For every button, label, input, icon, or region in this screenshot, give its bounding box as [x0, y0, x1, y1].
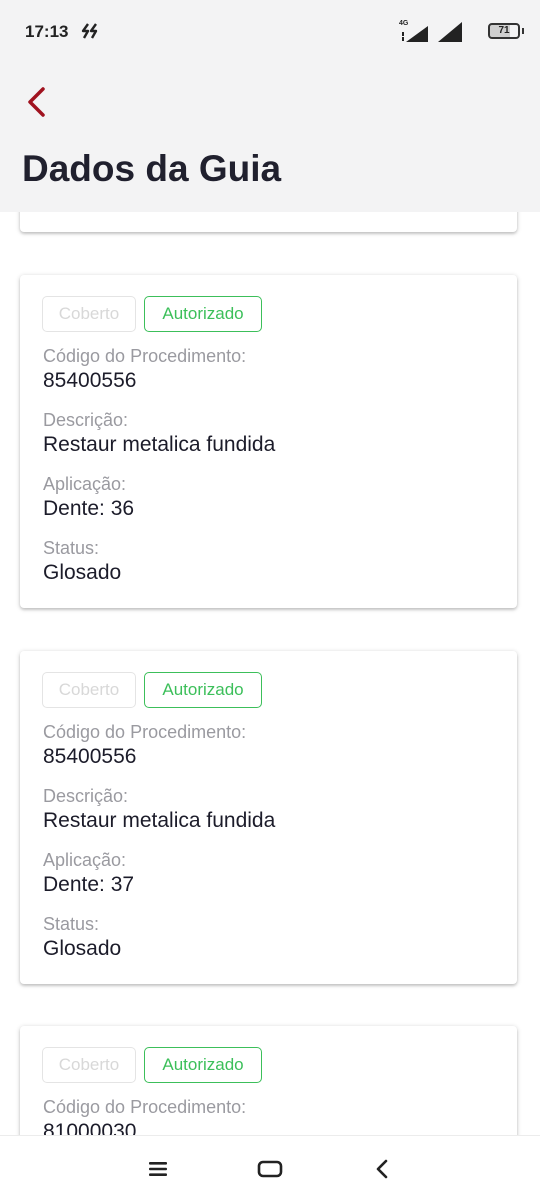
covered-badge: Coberto — [42, 1047, 136, 1083]
field-label: Status: — [43, 914, 100, 934]
field-value: Restaur metalica fundida — [43, 433, 276, 456]
field-label: Código do Procedimento: — [43, 1097, 247, 1117]
status-icons: 4G 71 — [399, 20, 524, 44]
menu-icon — [149, 1162, 167, 1176]
system-nav-bar — [0, 1135, 540, 1200]
field-label: Status: — [43, 538, 100, 558]
description-field: Descrição: Restaur metalica fundida — [43, 409, 275, 459]
covered-badge: Coberto — [42, 296, 136, 332]
battery-tip — [522, 28, 524, 34]
field-value: Dente: 37 — [43, 873, 135, 896]
procedure-card: Coberto Autorizado Código do Procediment… — [20, 651, 517, 984]
field-label: Descrição: — [43, 410, 129, 430]
field-value: Restaur metalica fundida — [43, 809, 276, 832]
field-value: Glosado — [43, 937, 122, 960]
field-value: 85400556 — [43, 369, 137, 392]
field-value: Glosado — [43, 561, 122, 584]
card-badges: Coberto Autorizado — [42, 672, 262, 708]
procedure-code-field: Código do Procedimento: 85400556 — [43, 345, 246, 395]
procedure-card: Coberto Autorizado Código do Procediment… — [20, 275, 517, 608]
field-label: Código do Procedimento: — [43, 346, 247, 366]
back-button[interactable] — [18, 82, 54, 122]
status-time: 17:13 — [25, 22, 69, 41]
field-value: 85400556 — [43, 745, 137, 768]
field-value: Dente: 36 — [43, 497, 135, 520]
field-label: Aplicação: — [43, 850, 127, 870]
home-button[interactable] — [250, 1152, 290, 1186]
authorized-badge: Autorizado — [144, 672, 262, 708]
signal-icon — [402, 26, 428, 42]
menu-button[interactable] — [138, 1152, 178, 1186]
chevron-left-icon — [28, 87, 45, 117]
procedure-code-field: Código do Procedimento: 85400556 — [43, 721, 246, 771]
field-label: Descrição: — [43, 786, 129, 806]
home-icon — [257, 1160, 283, 1178]
page-title: Dados da Guia — [22, 148, 282, 189]
battery-icon: 71 — [488, 23, 520, 39]
card-badges: Coberto Autorizado — [42, 296, 262, 332]
status-bar: 17:13 4G 71 — [0, 0, 540, 64]
card-badges: Coberto Autorizado — [42, 1047, 262, 1083]
status-field: Status: Glosado — [43, 913, 121, 963]
status-field: Status: Glosado — [43, 537, 121, 587]
field-label: Código do Procedimento: — [43, 722, 247, 742]
app-header: Dados da Guia — [0, 64, 540, 212]
system-back-button[interactable] — [362, 1152, 402, 1186]
application-field: Aplicação: Dente: 37 — [43, 849, 134, 899]
procedure-card-previous — [20, 212, 517, 232]
authorized-badge: Autorizado — [144, 296, 262, 332]
field-label: Aplicação: — [43, 474, 127, 494]
authorized-badge: Autorizado — [144, 1047, 262, 1083]
covered-badge: Coberto — [42, 672, 136, 708]
application-field: Aplicação: Dente: 36 — [43, 473, 134, 523]
procedures-list[interactable]: Coberto Autorizado Código do Procediment… — [0, 212, 540, 1135]
back-icon — [376, 1159, 388, 1179]
description-field: Descrição: Restaur metalica fundida — [43, 785, 275, 835]
signal-icon-2 — [438, 22, 462, 42]
procedure-code-field: Código do Procedimento: 81000030 — [43, 1096, 246, 1135]
procedure-card: Coberto Autorizado Código do Procediment… — [20, 1026, 517, 1135]
sync-icon — [80, 22, 100, 44]
field-value: 81000030 — [43, 1120, 137, 1135]
